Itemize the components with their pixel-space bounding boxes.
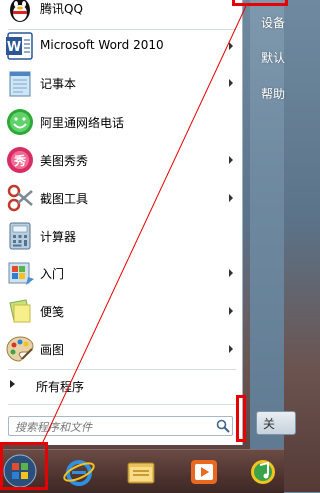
media-player-icon[interactable]	[187, 455, 221, 489]
submenu-arrow-icon	[229, 345, 233, 353]
program-item-snipping-tool[interactable]: 截图工具	[0, 180, 242, 216]
paint-palette-icon	[6, 336, 34, 362]
right-item-default-programs[interactable]: 默认	[261, 49, 285, 66]
all-programs-label: 所有程序	[36, 380, 85, 394]
program-item-sticky-notes[interactable]: 便笺	[0, 293, 242, 329]
program-item-qq[interactable]: 腾讯QQ	[0, 0, 242, 26]
taskbar	[0, 442, 284, 493]
program-item-paint[interactable]: 画图	[0, 331, 242, 367]
annotation-highlight-box	[236, 395, 246, 442]
right-item-help[interactable]: 帮助	[261, 85, 285, 102]
explorer-icon[interactable]	[124, 455, 158, 489]
right-pane: 设备 默认 帮助	[250, 0, 285, 449]
sticky-notes-icon	[9, 299, 31, 323]
submenu-arrow-icon	[229, 79, 233, 87]
getting-started-icon	[8, 262, 34, 285]
notepad-icon	[9, 71, 31, 97]
shutdown-button[interactable]: 关	[256, 411, 296, 435]
annotation-highlight-top	[232, 0, 288, 6]
program-label: 截图工具	[40, 192, 89, 206]
program-label: Microsoft Word 2010	[40, 38, 164, 52]
program-label: 美图秀秀	[40, 154, 89, 168]
calculator-icon	[9, 222, 31, 250]
submenu-arrow-icon	[229, 307, 233, 315]
programs-pane: 腾讯QQ W Microsoft Word 2010 记事本 阿里通网络电话 秀…	[0, 0, 243, 445]
right-item-devices[interactable]: 设备	[261, 14, 285, 31]
phone-smiley-icon	[7, 109, 33, 135]
program-label: 阿里通网络电话	[40, 116, 125, 130]
submenu-arrow-icon	[229, 42, 233, 50]
separator	[8, 369, 236, 370]
search-box[interactable]	[8, 416, 233, 436]
program-label: 画图	[40, 343, 65, 357]
submenu-arrow-icon	[229, 194, 233, 202]
start-menu: 腾讯QQ W Microsoft Word 2010 记事本 阿里通网络电话 秀…	[0, 0, 247, 449]
program-label: 腾讯QQ	[40, 2, 83, 16]
program-item-word[interactable]: W Microsoft Word 2010	[0, 28, 242, 64]
annotation-start-highlight	[0, 442, 48, 490]
scissors-icon	[7, 184, 33, 212]
word-icon: W	[6, 32, 33, 60]
expand-arrow-icon	[10, 380, 15, 388]
search-input[interactable]	[13, 418, 213, 436]
meitu-icon: 秀	[7, 147, 33, 173]
svg-text:秀: 秀	[13, 153, 27, 168]
program-item-alitong[interactable]: 阿里通网络电话	[0, 104, 242, 140]
program-item-getting-started[interactable]: 入门	[0, 255, 242, 291]
submenu-arrow-icon	[229, 156, 233, 164]
program-label: 便笺	[40, 305, 65, 319]
separator	[8, 404, 236, 405]
svg-text:W: W	[7, 40, 21, 55]
ie-icon[interactable]	[62, 455, 96, 489]
submenu-arrow-icon	[229, 269, 233, 277]
program-label: 记事本	[40, 77, 77, 91]
program-item-notepad[interactable]: 记事本	[0, 65, 242, 101]
qq-penguin-icon	[10, 0, 30, 22]
qq-music-icon[interactable]	[246, 455, 280, 489]
all-programs-button[interactable]: 所有程序	[0, 372, 242, 396]
program-label: 计算器	[40, 230, 77, 244]
search-icon[interactable]	[216, 419, 230, 433]
program-item-calculator[interactable]: 计算器	[0, 218, 242, 254]
program-label: 入门	[40, 267, 65, 281]
program-item-meitu[interactable]: 秀 美图秀秀	[0, 142, 242, 178]
